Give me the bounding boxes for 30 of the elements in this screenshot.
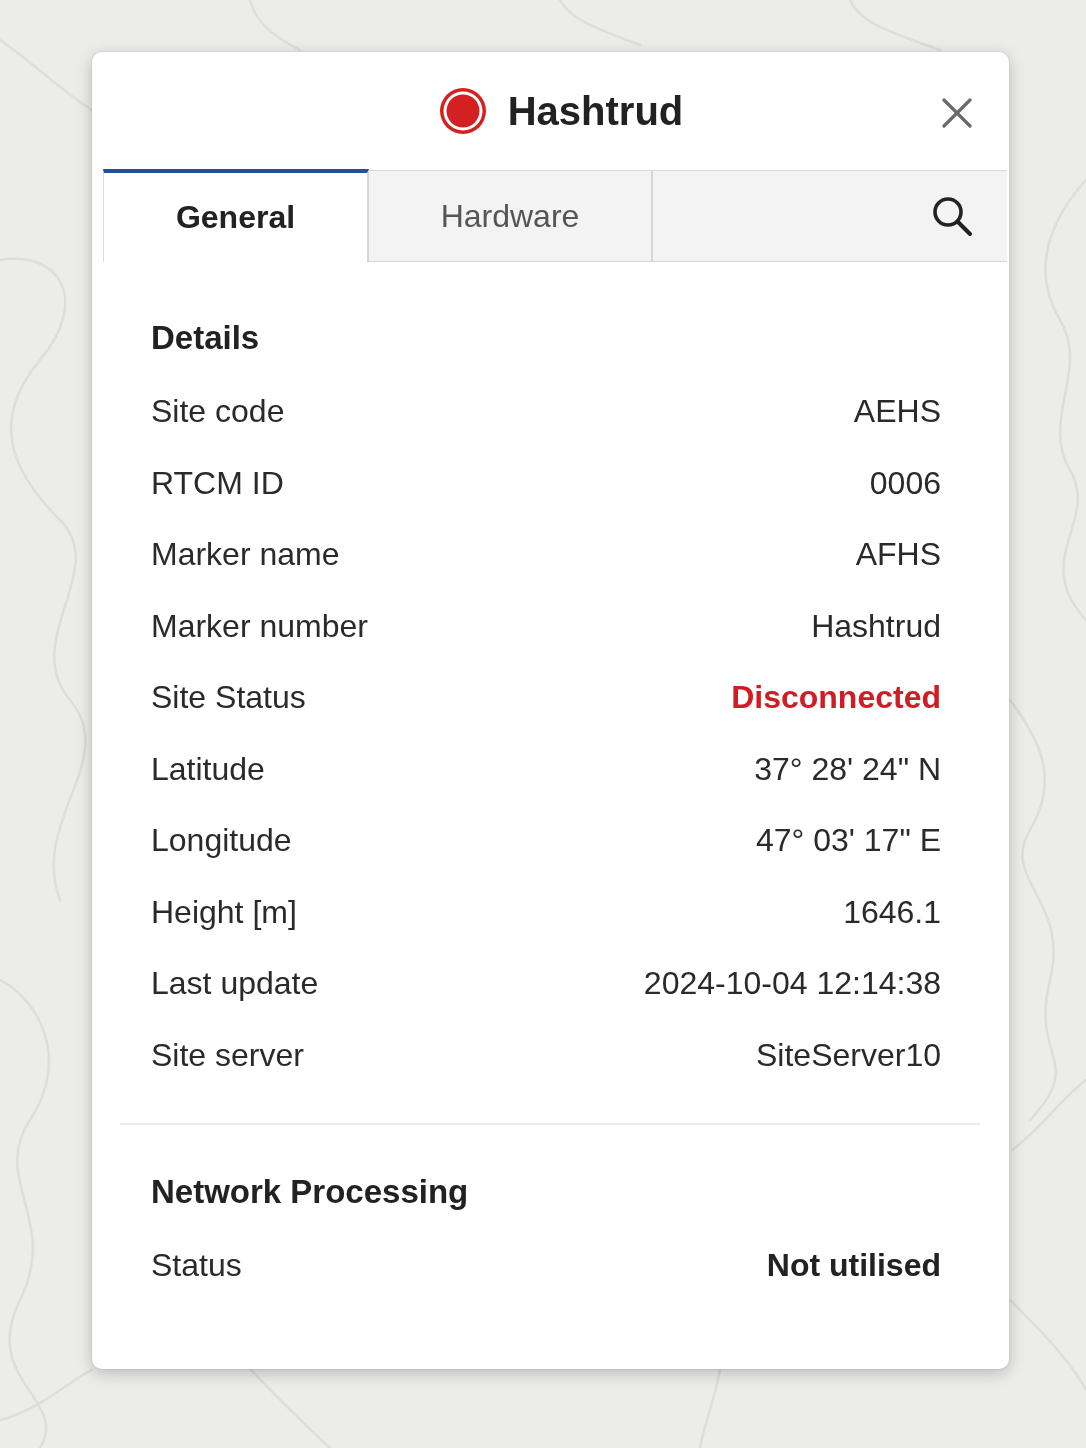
field-label: Marker name: [151, 536, 340, 574]
field-label: Site server: [151, 1036, 304, 1074]
field-label: Height [m]: [151, 893, 297, 931]
close-icon: [942, 98, 972, 128]
field-label: Last update: [151, 965, 319, 1003]
field-value: 37° 28' 24" N: [754, 750, 941, 788]
field-value: 47° 03' 17" E: [755, 822, 941, 860]
close-button[interactable]: [940, 96, 974, 130]
field-value: Disconnected: [731, 679, 941, 717]
tab[interactable]: General: [103, 169, 369, 262]
field-value: AFHS: [855, 536, 941, 574]
popup-title: Hashtrud: [507, 88, 684, 135]
field-label: Status: [151, 1247, 242, 1285]
section-heading: Network Processing: [151, 1172, 469, 1212]
field-label: Site code: [151, 393, 285, 431]
field-value: 1646.1: [843, 893, 941, 931]
search-button[interactable]: [931, 195, 973, 237]
field-label: Longitude: [151, 822, 292, 860]
search-icon: [931, 195, 973, 237]
field-value: AEHS: [853, 393, 941, 431]
field-value: 0006: [869, 464, 941, 502]
field-value: SiteServer10: [756, 1036, 941, 1074]
field-value: Not utilised: [766, 1247, 941, 1285]
section-heading: Details: [151, 318, 260, 358]
field-label: Site Status: [151, 679, 306, 717]
field-label: Marker number: [151, 607, 368, 645]
field-value: Hashtrud: [811, 607, 941, 645]
field-label: Latitude: [151, 750, 265, 788]
field-value: 2024-10-04 12:14:38: [643, 965, 941, 1003]
field-label: RTCM ID: [151, 464, 284, 502]
